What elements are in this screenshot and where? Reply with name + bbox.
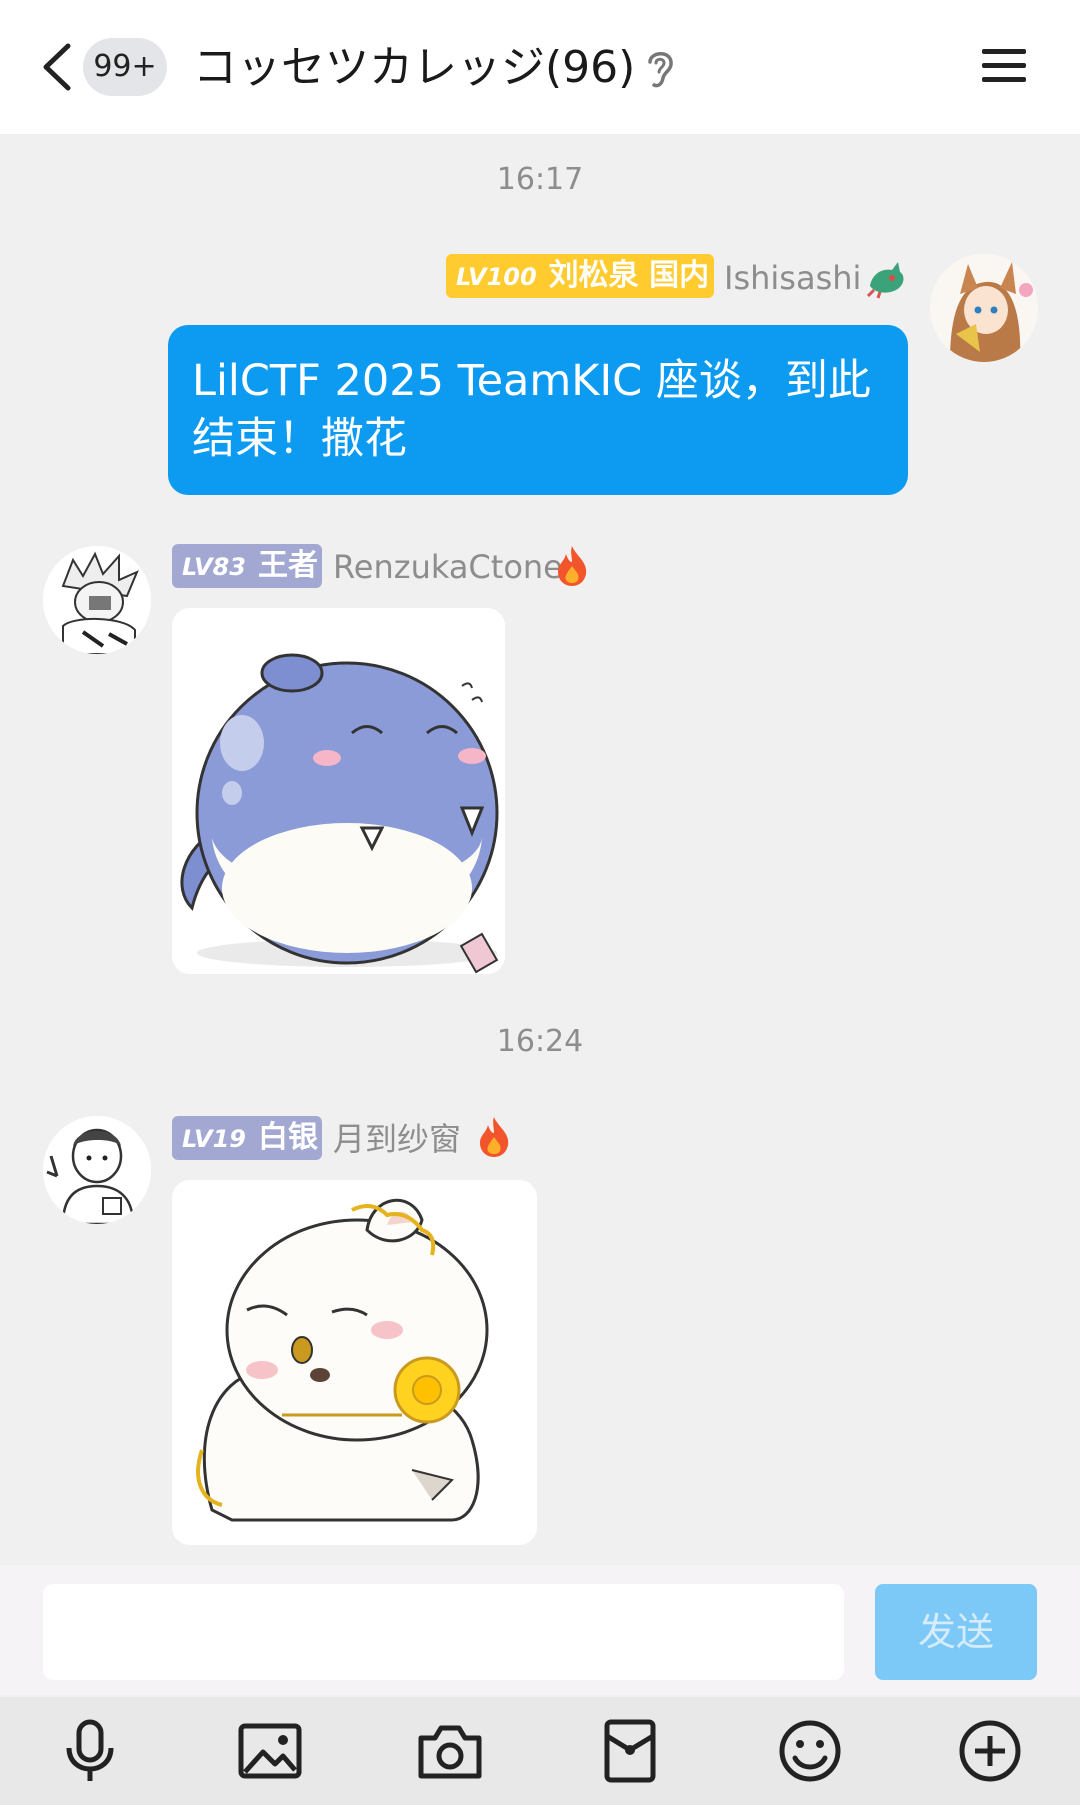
timestamp: 16:24 [496,1024,584,1059]
sender-avatar[interactable] [43,546,151,654]
flame-icon [558,546,587,586]
member-title-tag: LV100 刘松泉 国内 [446,254,714,298]
back-arrow-icon[interactable] [40,42,74,92]
image-icon[interactable] [237,1718,303,1784]
blue-whale-sticker-icon [172,608,505,974]
dragon-badge-icon [866,262,904,299]
camera-icon[interactable] [417,1718,483,1784]
ear-icon[interactable] [644,48,676,90]
title-label: 刘松泉 国内 [548,258,710,293]
mic-icon[interactable] [57,1718,123,1784]
sender-nickname[interactable]: RenzukaCtone [333,545,563,589]
sticker-image[interactable] [172,608,505,974]
message-bubble[interactable]: LilCTF 2025 TeamKIC 座谈，到此结束！撒花 [168,325,908,495]
level-label: LV19 [182,1125,246,1153]
white-tiger-sticker-icon [172,1180,537,1545]
member-title-tag: LV19 白银 [172,1116,322,1160]
sketch-man-avatar-icon [43,1116,151,1224]
anime-girl-avatar-icon [930,254,1038,362]
flame-icon [480,1117,509,1157]
plus-icon[interactable] [957,1718,1023,1784]
sender-avatar[interactable] [930,254,1038,362]
manga-character-avatar-icon [43,546,151,654]
unread-count-badge[interactable]: 99+ [83,38,167,96]
timestamp: 16:17 [496,162,584,197]
chat-header: 99+ コッセツカレッジ(96) [0,0,1080,134]
menu-icon[interactable] [980,46,1028,86]
bottom-toolbar [0,1697,1080,1805]
sender-avatar[interactable] [43,1116,151,1224]
send-button[interactable]: 发送 [875,1584,1037,1680]
level-label: LV83 [182,553,246,581]
sender-nickname[interactable]: 月到纱窗 [333,1117,461,1161]
chat-title[interactable]: コッセツカレッジ(96) [193,40,635,96]
title-label: 王者 [257,548,318,583]
sender-nickname[interactable]: Ishisashi [724,256,861,300]
sticker-image[interactable] [172,1180,537,1545]
member-title-tag: LV83 王者 [172,544,322,588]
message-input[interactable] [43,1584,844,1680]
red-packet-icon[interactable] [597,1718,663,1784]
level-label: LV100 [456,263,537,291]
emoji-icon[interactable] [777,1718,843,1784]
title-label: 白银 [257,1120,318,1155]
